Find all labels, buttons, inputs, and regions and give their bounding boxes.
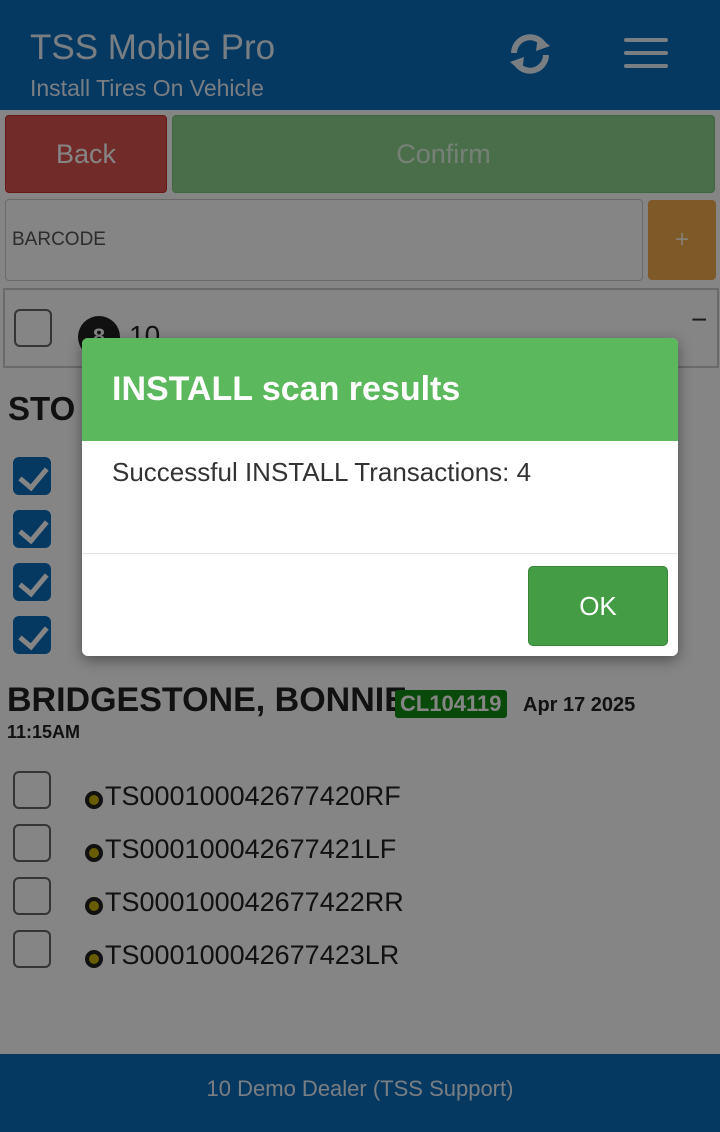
dialog-title: INSTALL scan results bbox=[112, 370, 461, 408]
app-screen: TSS Mobile Pro Install Tires On Vehicle … bbox=[0, 0, 720, 1132]
results-dialog: INSTALL scan results Successful INSTALL … bbox=[82, 338, 678, 656]
dialog-message: Successful INSTALL Transactions: 4 bbox=[112, 457, 532, 487]
dialog-header: INSTALL scan results bbox=[82, 338, 678, 441]
ok-button[interactable]: OK bbox=[528, 566, 668, 646]
dialog-body: Successful INSTALL Transactions: 4 bbox=[82, 441, 678, 554]
